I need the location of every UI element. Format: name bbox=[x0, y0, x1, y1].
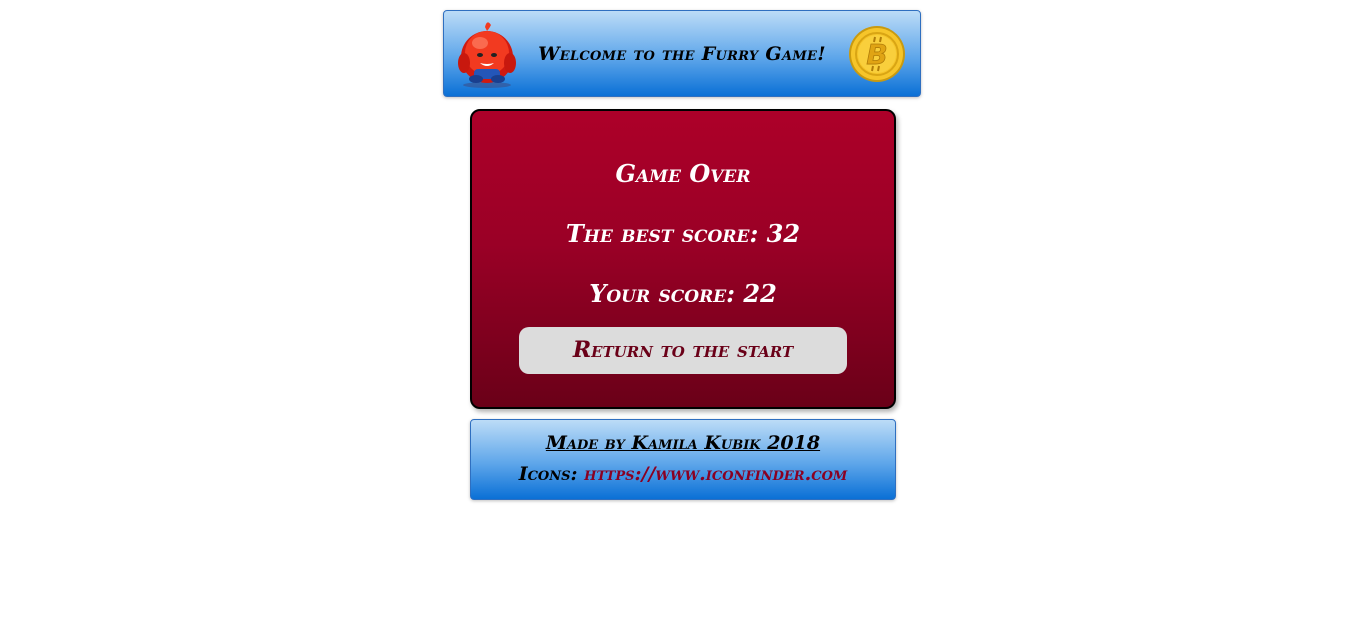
your-score-label: Your score: bbox=[589, 279, 736, 308]
svg-text:B: B bbox=[866, 38, 887, 71]
footer: Made by Kamila Kubik 2018 Icons: https:/… bbox=[470, 419, 896, 500]
header-banner: Welcome to the Furry Game! B bbox=[443, 10, 921, 97]
your-score: Your score: 22 bbox=[472, 279, 894, 308]
best-score-label: The best score: bbox=[565, 219, 759, 248]
furry-creature-icon bbox=[458, 22, 516, 88]
iconfinder-link[interactable]: https://www.iconfinder.com bbox=[584, 463, 847, 485]
footer-author: Made by Kamila Kubik 2018 bbox=[545, 432, 821, 454]
game-over-panel: Game Over The best score: 32 Your score:… bbox=[470, 109, 896, 409]
your-score-value: 22 bbox=[743, 279, 777, 308]
page-title: Welcome to the Furry Game! bbox=[538, 43, 826, 65]
page: Welcome to the Furry Game! B Game Over T… bbox=[0, 0, 1366, 626]
game-over-heading: Game Over bbox=[615, 159, 751, 188]
footer-icons-credit: Icons: https://www.iconfinder.com bbox=[471, 463, 895, 485]
icons-label: Icons: bbox=[518, 463, 578, 485]
best-score-value: 32 bbox=[766, 219, 801, 248]
best-score: The best score: 32 bbox=[472, 219, 894, 248]
bitcoin-coin-icon: B bbox=[849, 26, 905, 82]
return-to-start-button[interactable]: Return to the start bbox=[519, 327, 847, 374]
